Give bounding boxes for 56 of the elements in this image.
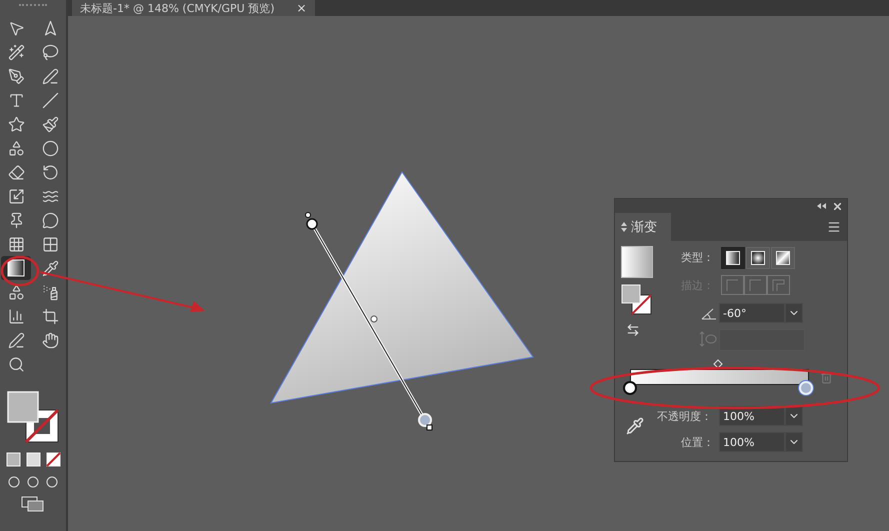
color-mode-icon [5,452,61,468]
screen-mode-icon [21,496,45,512]
reverse-gradient-icon[interactable] [626,323,640,337]
opacity-label: 不透明度： [657,409,712,424]
location-dropdown[interactable] [785,432,803,452]
document-title: 未标题-1* @ 148% (CMYK/GPU 预览) [80,2,275,14]
hand-tool-icon [42,332,58,348]
color-stop[interactable] [623,381,637,395]
close-button[interactable]: × [296,2,307,14]
eyedropper-tool-icon [42,260,58,276]
angle-icon [701,307,717,321]
opacity-dropdown[interactable] [785,406,803,426]
brush-tool-icon [42,116,58,132]
midpoint-icon[interactable] [713,359,723,369]
shaper-tool-icon [8,140,24,156]
close-icon[interactable] [834,202,841,210]
radial-gradient-icon [751,251,765,265]
gradient-type-button[interactable] [721,247,745,269]
fill-stroke-icon [6,390,60,446]
gradient-type-button[interactable] [746,247,770,269]
fill-stroke-icon [621,284,653,316]
linear-gradient-icon [726,251,740,265]
stroke-options-icon [721,275,791,295]
eraser-tool-icon [8,164,24,180]
shapebuilder-tool-icon [8,284,24,300]
scale-tool-icon [8,188,24,204]
freeform-gradient-icon [776,251,790,265]
menu-icon[interactable] [827,220,841,234]
sort-icon [621,222,627,232]
line-tool-icon [42,92,58,108]
type-tool-icon [8,92,24,108]
gradient-type-button[interactable] [771,247,795,269]
lasso-tool-icon [42,44,58,60]
gradient-swatch-icon [7,259,25,277]
select-tool-icon [8,20,24,36]
type-label: 类型： [681,250,714,265]
panel-tab[interactable]: 渐变 [615,213,671,241]
location-field[interactable]: 100% [719,432,785,452]
spray-tool-icon [42,284,58,300]
collapse-icon[interactable] [817,203,826,209]
gradient-swatch[interactable] [621,246,653,278]
rotate-tool-icon [42,164,58,180]
eyedropper-icon[interactable] [626,417,644,435]
wand-tool-icon [8,44,24,60]
document-tab[interactable]: 未标题-1* @ 148% (CMYK/GPU 预览) × [72,0,315,16]
location-label: 位置： [681,435,714,450]
artboard-tool-icon [42,308,58,324]
angle-dropdown[interactable] [785,303,803,323]
mesh-tool-icon [42,236,58,252]
aspect-ratio-icon [699,331,717,347]
zoom-tool-icon [8,356,24,372]
angle-field[interactable]: -60° [719,303,785,323]
pen-tool-icon [8,68,24,84]
star-tool-icon [8,116,24,132]
highlight-circle [0,256,40,286]
chart-tool-icon [8,308,24,324]
